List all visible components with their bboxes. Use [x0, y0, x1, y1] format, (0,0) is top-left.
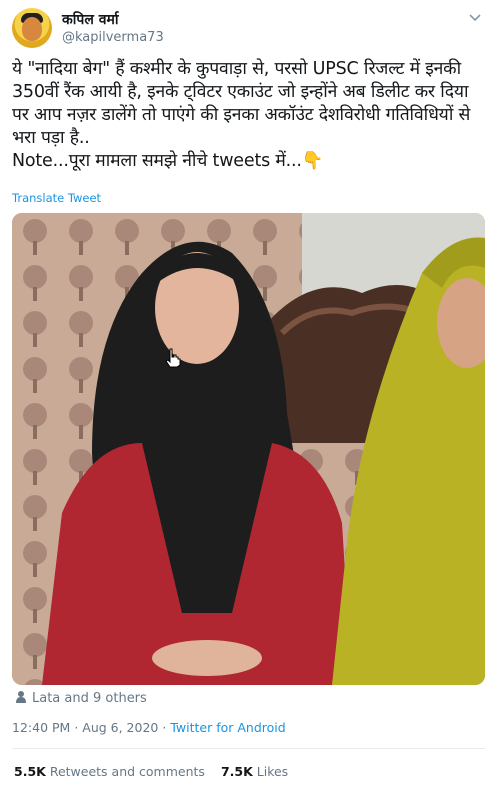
- tweet-header: कपिल वर्मा @kapilverma73: [12, 8, 485, 52]
- author-handle[interactable]: @kapilverma73: [62, 30, 164, 45]
- tweet-source[interactable]: Twitter for Android: [170, 720, 285, 735]
- tweet-meta: 12:40 PM · Aug 6, 2020 · Twitter for And…: [12, 720, 286, 735]
- likes-count: 7.5K: [220, 764, 253, 779]
- hand-cursor-icon: [165, 348, 181, 368]
- author-name[interactable]: कपिल वर्मा: [62, 10, 118, 29]
- avatar[interactable]: [12, 8, 52, 48]
- tweet-stats: 5.5K Retweets and comments 7.5K Likes: [14, 764, 288, 779]
- tweet-time[interactable]: 12:40 PM: [12, 720, 70, 735]
- likers-row[interactable]: Lata and 9 others: [16, 691, 147, 706]
- translate-tweet-link[interactable]: Translate Tweet: [12, 191, 101, 205]
- tweet-photo[interactable]: [12, 213, 485, 685]
- divider: [12, 748, 485, 749]
- tweet-text: ये "नादिया बेग" हैं कश्मीर के कुपवाड़ा स…: [12, 59, 471, 171]
- tweet-date[interactable]: Aug 6, 2020: [82, 720, 158, 735]
- retweets-count: 5.5K: [14, 764, 46, 779]
- retweets-stat[interactable]: 5.5K Retweets and comments: [14, 764, 205, 779]
- likes-stat[interactable]: 7.5K Likes: [221, 764, 288, 779]
- person-icon: [16, 691, 26, 703]
- likes-label: Likes: [256, 764, 289, 779]
- avatar-face: [22, 17, 42, 41]
- meta-separator: ·: [162, 720, 167, 735]
- meta-separator: ·: [74, 720, 79, 735]
- chevron-down-icon[interactable]: [467, 10, 483, 26]
- likers-text: Lata and 9 others: [32, 691, 147, 706]
- retweets-label: Retweets and comments: [49, 764, 205, 779]
